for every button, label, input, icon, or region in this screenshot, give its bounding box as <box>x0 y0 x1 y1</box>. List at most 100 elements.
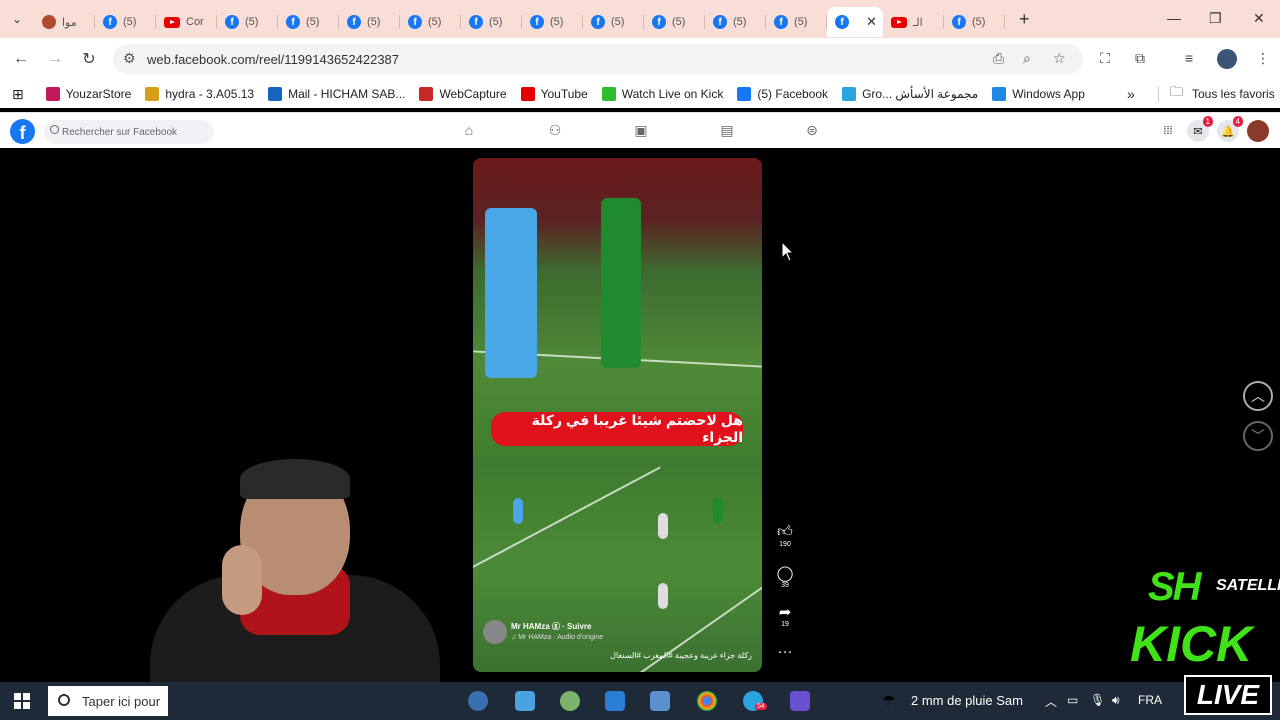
bookmark-item[interactable]: YouTube <box>520 87 588 101</box>
browser-tab[interactable]: f (5) <box>95 7 156 37</box>
bookmark-item[interactable]: (5) Facebook <box>737 87 828 101</box>
bookmark-item[interactable]: hydra - 3.A05.13 <box>145 87 254 101</box>
marketplace-icon[interactable]: ▤ <box>718 122 736 138</box>
apps-grid-icon[interactable]: ⊞ <box>12 86 24 103</box>
app-icon[interactable] <box>468 691 488 711</box>
notifications-icon[interactable]: 🔔 4 <box>1217 116 1243 142</box>
browser-toolbar: ← → ↻ ⚙ web.facebook.com/reel/1199143652… <box>0 38 1280 80</box>
kick-text: KICK <box>1130 616 1253 672</box>
weather-icon: ☂ <box>882 693 896 710</box>
new-tab-button[interactable]: + <box>1019 9 1030 30</box>
comment-button[interactable]: ◯ 39 <box>776 564 794 589</box>
volume-icon[interactable]: 🔊︎ <box>1112 693 1120 708</box>
all-bookmarks-link[interactable]: Tous les favoris <box>1192 87 1275 101</box>
bookmark-item[interactable]: WebCapture <box>419 87 507 101</box>
friends-icon[interactable]: ⚇ <box>546 122 564 138</box>
app-icon[interactable] <box>515 691 535 711</box>
browser-tab[interactable]: f (5) <box>461 7 522 37</box>
back-button[interactable]: ← <box>4 50 38 68</box>
bookmark-item[interactable]: Mail - HICHAM SAB... <box>268 87 405 101</box>
previous-reel-button[interactable]: ︿ <box>1243 381 1273 411</box>
browser-tab[interactable]: الـ <box>883 7 944 37</box>
search-icon <box>50 125 59 134</box>
account-avatar[interactable] <box>1247 120 1269 142</box>
tab-title: (5) <box>672 16 686 28</box>
chrome-icon[interactable] <box>697 691 717 711</box>
browser-tab[interactable]: f (5) <box>583 7 644 37</box>
screenshot-extension-icon[interactable]: ⛶ <box>1100 50 1110 67</box>
audio-label[interactable]: ♫ Mr HAMza · Audio d'origine <box>511 634 603 641</box>
browser-tab[interactable]: Cor <box>156 7 217 37</box>
windows-start-icon[interactable] <box>14 693 30 709</box>
app-icon[interactable] <box>560 691 580 711</box>
app-icon[interactable] <box>650 691 670 711</box>
video-icon[interactable]: ▣ <box>632 122 650 138</box>
telegram-icon[interactable]: 54 <box>743 691 767 711</box>
bookmark-favicon-icon <box>737 87 752 101</box>
zoom-icon[interactable]: ⌕ <box>1023 50 1031 67</box>
close-window-button[interactable]: ✕ <box>1253 10 1265 27</box>
tab-title: موا <box>62 16 77 29</box>
gaming-icon[interactable]: ⊜ <box>803 122 821 138</box>
like-button[interactable]: 👍︎ 190 <box>776 523 794 548</box>
tray-expand-icon[interactable]: ︿ <box>1045 693 1057 710</box>
network-icon[interactable]: ▭ <box>1067 693 1078 707</box>
author-name[interactable]: Mr HAMza ⓖ · Suivre <box>511 621 591 632</box>
tab-search-button[interactable]: ⌄ <box>0 0 34 38</box>
site-info-icon[interactable]: ⚙ <box>123 50 136 67</box>
more-bookmarks-icon[interactable]: » <box>1127 86 1135 102</box>
bookmark-favicon-icon <box>992 87 1007 101</box>
tab-title: (5) <box>733 16 747 28</box>
browser-tab[interactable]: f (5) <box>705 7 766 37</box>
tab-title: (5) <box>306 16 320 28</box>
weather-text[interactable]: 2 mm de pluie Sam <box>911 693 1023 708</box>
reload-button[interactable]: ↻ <box>72 49 106 69</box>
browser-tab[interactable]: f (5) <box>766 7 827 37</box>
microphone-icon[interactable]: 🎙︎ <box>1090 693 1105 707</box>
forward-button[interactable]: → <box>38 50 72 68</box>
app-icon[interactable] <box>790 691 810 711</box>
facebook-logo-icon[interactable]: f <box>10 119 35 144</box>
bookmark-star-icon[interactable]: ☆ <box>1053 50 1066 67</box>
install-app-icon[interactable]: ⎙ <box>993 50 1004 67</box>
browser-tab[interactable]: f (5) <box>400 7 461 37</box>
browser-tab[interactable]: f (5) <box>644 7 705 37</box>
next-reel-button[interactable]: ﹀ <box>1243 421 1273 451</box>
browser-tab[interactable]: f (5) <box>339 7 400 37</box>
minimize-button[interactable]: — <box>1167 10 1181 26</box>
browser-tab[interactable]: موا <box>34 7 95 37</box>
facebook-icon: f <box>225 15 239 29</box>
extensions-icon[interactable]: ⧉ <box>1135 50 1145 67</box>
facebook-header: f Rechercher sur Facebook ⌂ ⚇ ▣ ▤ ⊜ ⁞⁞⁞ … <box>0 112 1280 148</box>
browser-tab[interactable]: f (5) <box>217 7 278 37</box>
webcam-overlay <box>150 455 440 685</box>
home-icon[interactable]: ⌂ <box>460 122 478 138</box>
reel-video[interactable]: هل لاحضتم شيئا غريبا في ركلة الجزاء Mr H… <box>473 158 762 672</box>
url-text: web.facebook.com/reel/1199143652422387 <box>147 51 400 67</box>
taskbar-search-input[interactable]: Taper ici pour <box>48 686 168 716</box>
close-tab-icon[interactable]: ✕ <box>866 14 877 30</box>
share-button[interactable]: ➦ 19 <box>776 603 794 628</box>
browser-tab[interactable]: f ✕ <box>827 7 883 37</box>
browser-tab[interactable]: f (5) <box>522 7 583 37</box>
folder-icon: 🗀 <box>1170 84 1184 99</box>
browser-tab[interactable]: f (5) <box>944 7 1005 37</box>
bookmark-item[interactable]: Windows App <box>992 87 1085 101</box>
browser-menu-icon[interactable]: ⋮ <box>1256 50 1270 67</box>
more-options-button[interactable]: ··· <box>776 643 794 660</box>
bookmark-item[interactable]: Watch Live on Kick <box>601 87 723 101</box>
author-avatar[interactable] <box>483 620 507 644</box>
profile-avatar[interactable] <box>1217 49 1237 69</box>
calculator-icon[interactable] <box>605 691 625 711</box>
facebook-icon: f <box>408 15 422 29</box>
bookmark-favicon-icon <box>45 87 60 101</box>
facebook-search-input[interactable]: Rechercher sur Facebook <box>44 120 214 144</box>
bookmark-item[interactable]: YouzarStore <box>45 87 131 101</box>
bookmark-item[interactable]: Gro... مجموعة الأسأش <box>842 87 978 101</box>
browser-tab[interactable]: f (5) <box>278 7 339 37</box>
restore-button[interactable]: ❐ <box>1209 10 1222 27</box>
messenger-icon[interactable]: ✉ 1 <box>1187 116 1213 142</box>
address-bar[interactable]: ⚙ web.facebook.com/reel/1199143652422387… <box>113 44 1083 74</box>
media-controls-icon[interactable]: ≡ <box>1185 50 1193 66</box>
menu-grid-icon[interactable]: ⁞⁞⁞ <box>1157 120 1179 142</box>
